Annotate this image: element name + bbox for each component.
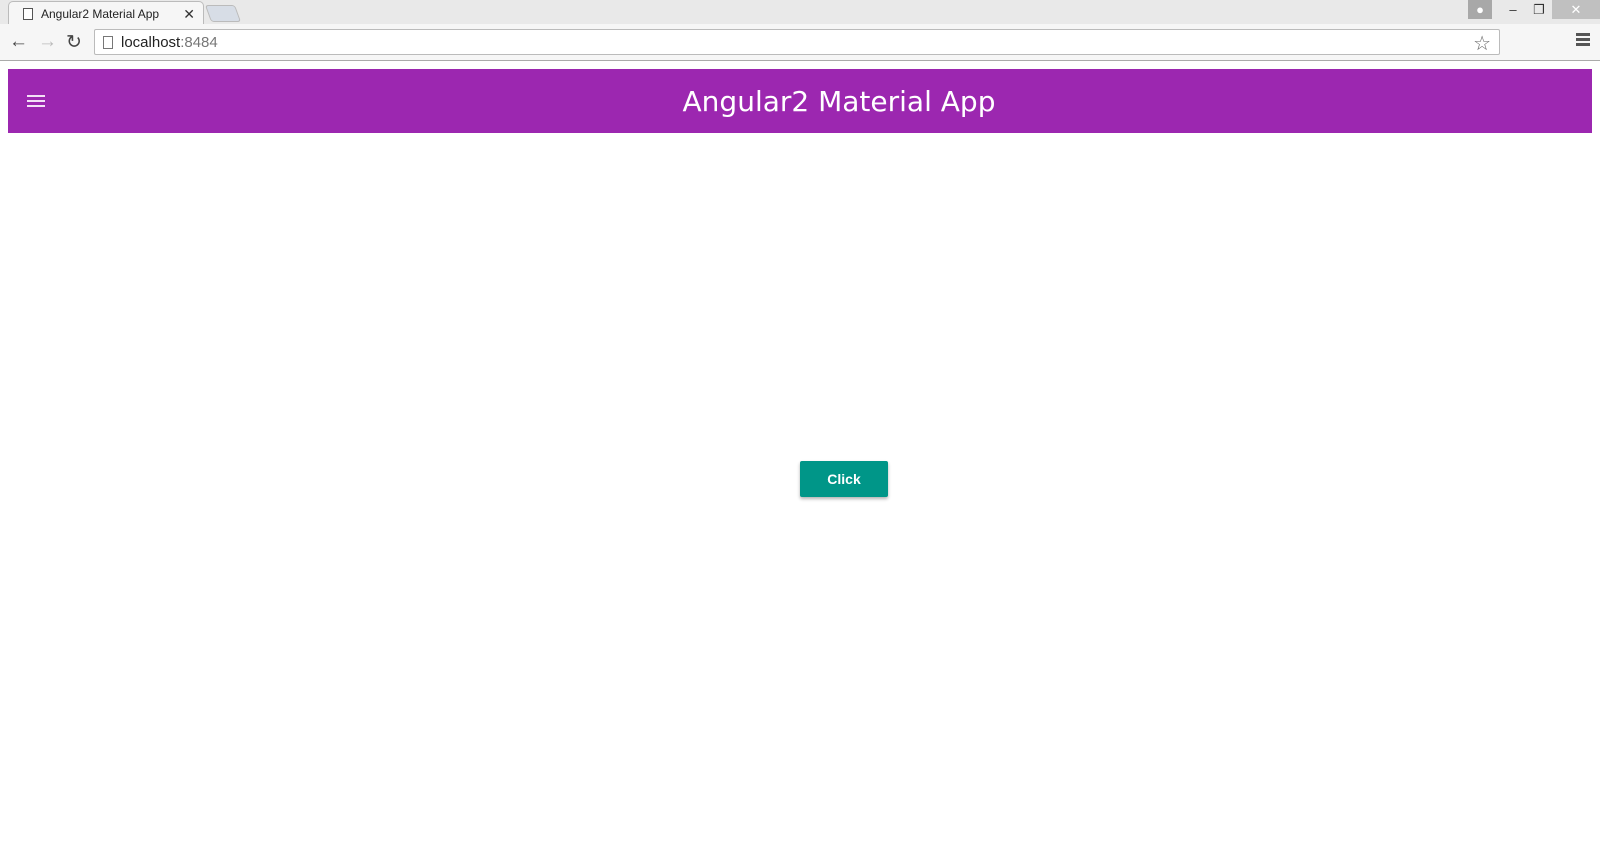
tab-title: Angular2 Material App — [41, 6, 160, 21]
address-bar[interactable]: localhost:8484 ☆ — [94, 29, 1500, 55]
restore-button[interactable]: ❐ — [1526, 0, 1552, 19]
app-toolbar: Angular2 Material App — [8, 69, 1592, 133]
back-icon[interactable]: ← — [9, 31, 28, 53]
browser-tab[interactable]: Angular2 Material App ✕ — [8, 1, 204, 25]
tab-strip: Angular2 Material App ✕ ● – ❐ ✕ — [0, 0, 1600, 25]
reload-icon[interactable]: ↻ — [66, 31, 82, 54]
browser-toolbar: ← → ↻ localhost:8484 ☆ — [0, 24, 1600, 61]
close-window-button[interactable]: ✕ — [1552, 0, 1600, 19]
url-port: :8484 — [180, 33, 218, 51]
page-icon — [23, 7, 33, 20]
new-tab-button[interactable] — [204, 5, 242, 22]
app-title: Angular2 Material App — [682, 85, 996, 118]
user-icon[interactable]: ● — [1468, 0, 1492, 19]
bookmark-star-icon[interactable]: ☆ — [1473, 31, 1491, 56]
close-tab-icon[interactable]: ✕ — [183, 6, 195, 23]
chrome-menu-icon[interactable] — [1576, 33, 1590, 48]
minimize-button[interactable]: – — [1500, 0, 1526, 19]
click-button[interactable]: Click — [800, 461, 888, 497]
forward-icon[interactable]: → — [38, 31, 57, 53]
page-icon — [103, 35, 113, 49]
url-host: localhost — [121, 33, 181, 51]
